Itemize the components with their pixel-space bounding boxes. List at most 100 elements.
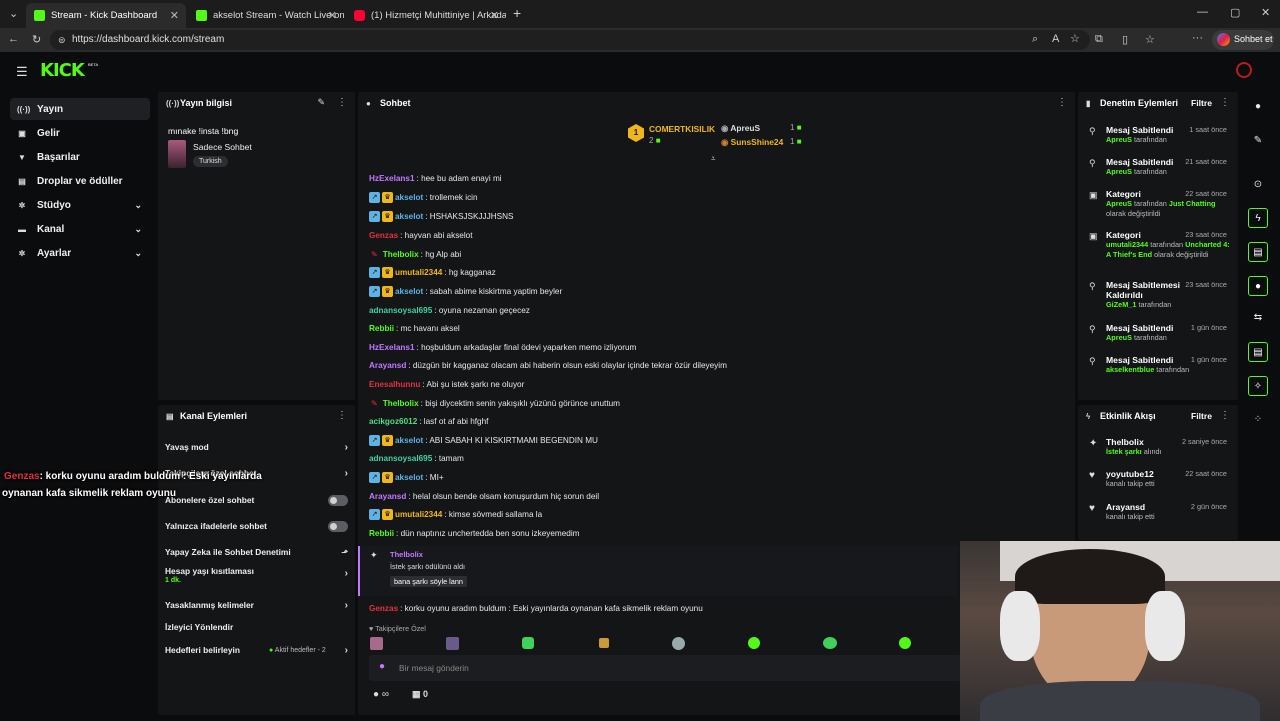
moderator-name[interactable]: GiZeM_1 xyxy=(1106,300,1136,309)
hamburger-menu-icon[interactable]: ☰ xyxy=(16,64,28,80)
reload-icon[interactable]: ↻ xyxy=(32,33,41,46)
target-icon[interactable]: ⊙ xyxy=(1248,175,1268,195)
sidebar-item-gelir[interactable]: ▣ Gelir xyxy=(10,122,150,144)
tab-kick-dashboard[interactable]: Stream - Kick Dashboard ✕ xyxy=(26,3,186,28)
new-tab-icon[interactable]: + xyxy=(513,5,521,21)
info-icon[interactable]: ● xyxy=(1248,97,1268,117)
gift-counter[interactable]: ▦ 0 xyxy=(412,689,428,700)
reward-user[interactable]: Thelbolix xyxy=(390,550,423,559)
emote[interactable] xyxy=(823,637,837,649)
emote[interactable] xyxy=(522,637,534,649)
emote[interactable] xyxy=(672,637,685,650)
close-window-icon[interactable]: ✕ xyxy=(1261,6,1270,19)
maximize-icon[interactable]: ▢ xyxy=(1230,6,1240,19)
filter-button[interactable]: Filtre xyxy=(1191,411,1212,421)
chat-username[interactable]: Thelbolix xyxy=(383,250,419,259)
extensions-icon[interactable]: ⧉ xyxy=(1095,33,1103,46)
emote[interactable] xyxy=(899,637,911,649)
third-gifter[interactable]: ◉ SunsShine24 xyxy=(721,137,783,147)
chat-username[interactable]: Thelbolix xyxy=(383,399,419,408)
more-options-icon[interactable]: ⋮ xyxy=(1220,97,1230,108)
set-goals-row[interactable]: Hedefleri belirleyin ● Aktif hedefler - 2… xyxy=(165,641,350,659)
filter-button[interactable]: Filtre xyxy=(1191,98,1212,108)
moderator-name[interactable]: umutali2344 xyxy=(1106,240,1148,249)
subscribers-only-toggle[interactable] xyxy=(328,494,348,506)
chat-username[interactable]: umutali2344 xyxy=(395,510,442,519)
zoom-icon[interactable]: ⌕ xyxy=(1032,33,1038,46)
chat-username[interactable]: acikgoz6012 xyxy=(369,417,417,426)
sidebar-item-kanal[interactable]: ▬ Kanal ⌄ xyxy=(10,218,150,240)
read-aloud-icon[interactable]: A xyxy=(1052,33,1059,45)
chat-username[interactable]: umutali2344 xyxy=(395,268,442,277)
user-avatar[interactable] xyxy=(1236,62,1252,78)
split-screen-icon[interactable]: ▯ xyxy=(1122,33,1128,46)
sidebar-item-yayin[interactable]: ((·)) Yayın xyxy=(10,98,150,120)
chat-username[interactable]: HzExelans1 xyxy=(369,343,415,352)
chat-username[interactable]: Genzas xyxy=(369,604,398,613)
url-input[interactable]: https://dashboard.kick.com/stream xyxy=(50,30,1090,50)
chat-username[interactable]: Rebbii xyxy=(369,529,394,538)
chat-input[interactable]: ● Bir mesaj gönderin xyxy=(369,655,961,681)
chat-username[interactable]: akselot xyxy=(395,212,423,221)
people-icon[interactable]: ⁘ xyxy=(1248,410,1268,430)
emote-only-toggle[interactable] xyxy=(328,520,348,532)
collections-icon[interactable]: ☆ xyxy=(1145,33,1155,46)
chat-username[interactable]: adnansoysal695 xyxy=(369,306,432,315)
tab-list-icon[interactable]: ⌄ xyxy=(9,7,18,20)
chat-username[interactable]: Rebbii xyxy=(369,324,394,333)
emote[interactable] xyxy=(370,637,383,650)
close-tab-icon[interactable]: ✕ xyxy=(170,9,179,22)
top-gifter-name[interactable]: COMERTKISILIK xyxy=(649,124,715,134)
copilot-button[interactable]: Sohbet et xyxy=(1212,30,1274,50)
chat-username[interactable]: Enesalhunnu xyxy=(369,380,420,389)
chat-username[interactable]: Arayansd xyxy=(369,361,406,370)
close-tab-icon[interactable]: ✕ xyxy=(490,9,499,22)
site-info-icon[interactable]: ⊜ xyxy=(58,35,66,46)
ai-moderation-row[interactable]: Yapay Zeka ile Sohbet Denetimi ⬏ xyxy=(165,543,350,561)
minimize-icon[interactable]: — xyxy=(1197,6,1208,18)
tab-youtube[interactable]: (1) Hizmetçi Muhittiniye | Arkadaş ✕ xyxy=(346,3,506,28)
kick-logo[interactable]: KICK xyxy=(40,60,85,81)
chat-username[interactable]: akselot xyxy=(395,287,423,296)
back-icon[interactable]: ← xyxy=(8,33,19,45)
chat-username[interactable]: Genzas xyxy=(369,231,398,240)
list-icon[interactable]: ▤ xyxy=(1248,242,1268,262)
more-menu-icon[interactable]: ··· xyxy=(1192,32,1203,44)
more-options-icon[interactable]: ⋮ xyxy=(1057,97,1067,108)
banned-words-row[interactable]: Yasaklanmış kelimeler › xyxy=(165,596,350,614)
emote[interactable] xyxy=(446,637,459,650)
slow-mode-row[interactable]: Yavaş mod › xyxy=(165,438,350,456)
edit-icon[interactable]: ✎ xyxy=(1248,131,1268,151)
chat-username[interactable]: akselot xyxy=(395,193,423,202)
favorite-star-icon[interactable]: ☆ xyxy=(1070,32,1080,45)
sidebar-item-droplar[interactable]: ▤ Droplar ve ödüller xyxy=(10,170,150,192)
expand-leaderboard-icon[interactable]: ⩡ xyxy=(711,154,716,164)
people-icon[interactable]: ● xyxy=(373,689,379,700)
wrench-icon[interactable]: ✧ xyxy=(1248,376,1268,396)
chat-username[interactable]: akselot xyxy=(395,436,423,445)
edit-icon[interactable]: ✎ xyxy=(317,97,325,108)
tab-akselot-stream[interactable]: akselot Stream - Watch Live on Kic ✕ xyxy=(188,3,344,28)
second-gifter[interactable]: ◉ ApreuS xyxy=(721,123,760,133)
sidebar-item-ayarlar[interactable]: ✲ Ayarlar ⌄ xyxy=(10,242,150,264)
chat-username[interactable]: akselot xyxy=(395,473,423,482)
moderator-name[interactable]: ApreuS xyxy=(1106,333,1132,342)
moderation-icon[interactable]: ▤ xyxy=(1248,342,1268,362)
emote[interactable] xyxy=(599,638,609,648)
microphone-icon[interactable]: ● xyxy=(379,661,385,672)
chat-bubble-icon[interactable]: ● xyxy=(1248,276,1268,296)
moderator-name[interactable]: ApreuS xyxy=(1106,167,1132,176)
emote[interactable] xyxy=(748,637,760,649)
more-options-icon[interactable]: ⋮ xyxy=(337,410,347,421)
host-viewers-row[interactable]: İzleyici Yönlendir xyxy=(165,618,350,636)
moderator-name[interactable]: akselkentblue xyxy=(1106,365,1154,374)
lightning-icon[interactable]: ϟ xyxy=(1248,208,1268,228)
close-tab-icon[interactable]: ✕ xyxy=(328,9,337,22)
chat-username[interactable]: HzExelans1 xyxy=(369,174,415,183)
chat-username[interactable]: adnansoysal695 xyxy=(369,454,432,463)
moderator-name[interactable]: ApreuS xyxy=(1106,199,1132,208)
moderator-name[interactable]: ApreuS xyxy=(1106,135,1132,144)
more-options-icon[interactable]: ⋮ xyxy=(1220,410,1230,421)
more-options-icon[interactable]: ⋮ xyxy=(337,97,347,108)
sidebar-item-basarilar[interactable]: ▼ Başarılar xyxy=(10,146,150,168)
